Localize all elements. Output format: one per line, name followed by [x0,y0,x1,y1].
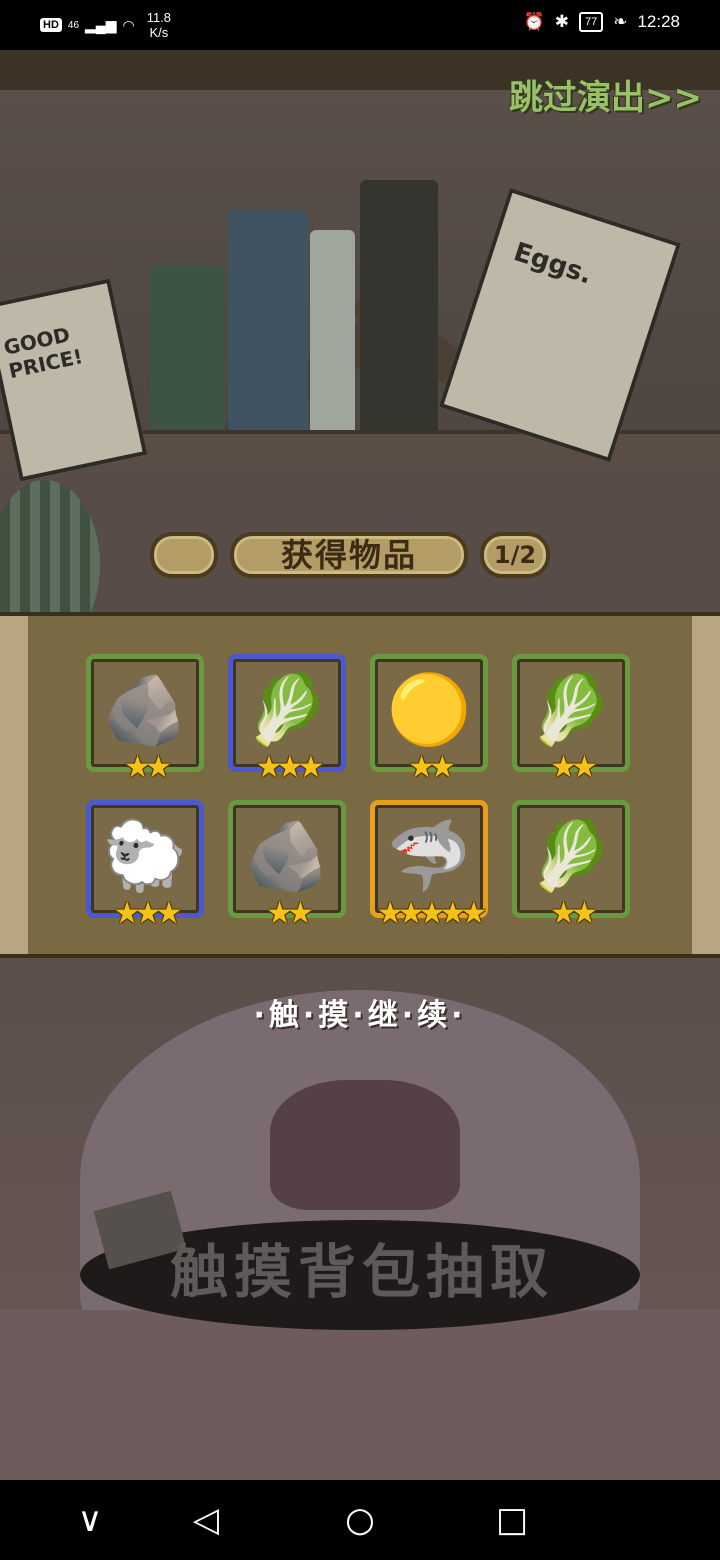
book-dark [360,180,438,435]
hide-nav-icon[interactable]: ∨ [68,1498,112,1542]
rarity-stars: ★★★★★ [376,896,487,931]
network-speed: 11.8 K/s [147,10,171,40]
reward-slot-7[interactable]: 🦈 ★★★★★ [370,800,488,931]
backpack-mouth [270,1080,460,1210]
golden-slime-icon: 🟡 [386,670,472,750]
status-bar: HD 46 ▂▄▆ ◠ 11.8 K/s ⏰ ✱ 77 ❧ 12:28 [0,0,720,50]
hd-badge: HD [40,18,62,32]
floor [0,1310,720,1480]
reward-slot-4[interactable]: 🥬 ★★ [512,654,630,785]
bluetooth-icon: ✱ [554,12,569,31]
page-indicator: 1/2 [493,541,537,569]
seed-pod-icon: 🥬 [244,670,330,750]
rewards-title-plate: 获得物品 [230,532,468,578]
fluffy-bee-icon: 🐑 [102,816,188,896]
rarity-stars: ★★ [550,896,598,931]
title-plate-left [150,532,218,578]
speed-unit: K/s [149,25,169,40]
page-indicator-plate: 1/2 [480,532,550,578]
rarity-stars: ★★ [124,750,172,785]
status-left: HD 46 ▂▄▆ ◠ 11.8 K/s [40,10,171,40]
panel-edge-left [0,616,28,954]
skip-animation-button[interactable]: 跳过演出>> [509,70,702,119]
radish-icon: 🥬 [528,816,614,896]
battery-level: 77 [578,12,604,32]
rewards-panel: 🪨 ★★ 🥬 ★★★ 🟡 ★★ 🥬 ★★ 🐑 ★★★ 🪨 ★★ 🦈 ★★★★★ [0,612,720,958]
signal-icon: ▂▄▆ [85,16,117,33]
clock: 12:28 [637,12,680,31]
rarity-stars: ★★★ [255,750,325,785]
rewards-grid: 🪨 ★★ 🥬 ★★★ 🟡 ★★ 🥬 ★★ 🐑 ★★★ 🪨 ★★ 🦈 ★★★★★ [28,616,692,954]
eggs-note: Eggs. [438,187,682,463]
rarity-stars: ★★ [550,750,598,785]
alarm-icon: ⏰ [523,12,545,31]
panel-edge-right [692,616,720,954]
network-type: 46 [67,19,80,31]
reward-slot-3[interactable]: 🟡 ★★ [370,654,488,785]
price-note: GOOD PRICE! [0,278,148,482]
rewards-header: 获得物品 1/2 [150,532,550,578]
radish-icon: 🥬 [528,670,614,750]
tap-backpack-draw[interactable]: 触摸背包抽取 [170,1225,554,1309]
reward-slot-5[interactable]: 🐑 ★★★ [86,800,204,931]
wifi-icon: ◠ [122,16,135,33]
rarity-stars: ★★ [408,750,456,785]
reward-slot-1[interactable]: 🪨 ★★ [86,654,204,785]
book-blue [228,210,308,435]
rock-icon: 🪨 [102,670,188,750]
reward-slot-8[interactable]: 🥬 ★★ [512,800,630,931]
blue-monster-icon: 🦈 [386,816,472,896]
rarity-stars: ★★ [266,896,314,931]
tap-to-continue[interactable]: ·触·摸·继·续· [0,990,720,1034]
rock-icon: 🪨 [244,816,330,896]
back-icon[interactable]: ◁ [184,1498,228,1542]
rarity-stars: ★★★ [113,896,183,931]
reward-slot-2[interactable]: 🥬 ★★★ [228,654,346,785]
speed-value: 11.8 [146,10,172,25]
navigation-bar: ∨ ◁ ○ □ [0,1480,720,1560]
leaf-icon: ❧ [613,12,628,31]
book-green [150,265,225,435]
reward-slot-6[interactable]: 🪨 ★★ [228,800,346,931]
status-right: ⏰ ✱ 77 ❧ 12:28 [524,12,680,32]
recent-apps-icon[interactable]: □ [490,1498,534,1542]
book-light [310,230,355,435]
home-icon[interactable]: ○ [338,1498,382,1542]
rewards-title: 获得物品 [280,536,417,574]
